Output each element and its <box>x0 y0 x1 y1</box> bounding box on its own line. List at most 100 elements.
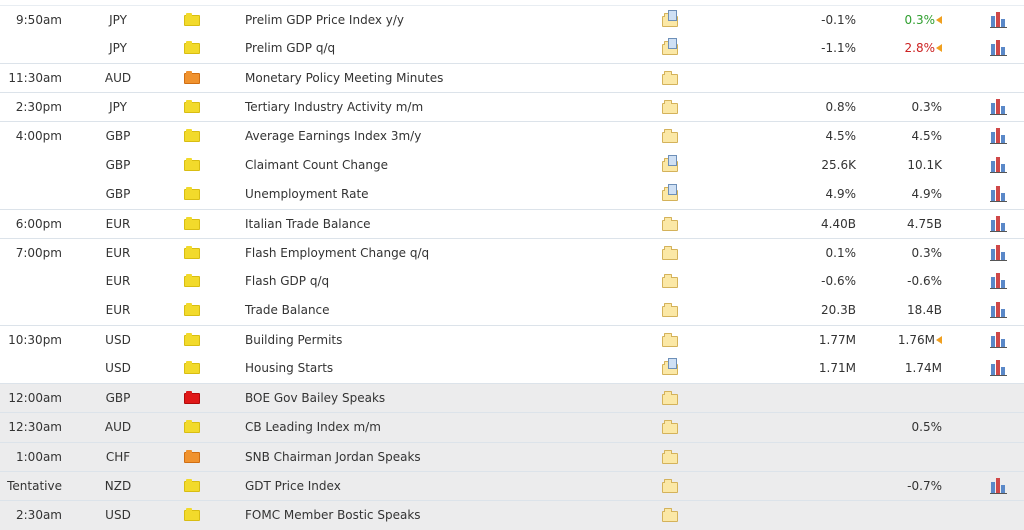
calendar-row[interactable]: USD Housing Starts 1.71M 1.74M <box>0 354 1024 384</box>
event-title[interactable]: Trade Balance <box>245 296 645 325</box>
event-title[interactable]: BOE Gov Bailey Speaks <box>245 384 645 413</box>
forecast-value: 0.3% <box>911 100 943 115</box>
graph-button[interactable] <box>990 122 1010 151</box>
detail-button[interactable] <box>660 472 682 501</box>
detail-button[interactable] <box>660 384 682 413</box>
detail-button[interactable] <box>660 151 682 180</box>
bar-chart-icon <box>990 302 1008 318</box>
impact-icon[interactable] <box>184 413 202 442</box>
impact-icon[interactable] <box>184 93 202 122</box>
impact-icon[interactable] <box>184 122 202 151</box>
detail-button[interactable] <box>660 122 682 151</box>
detail-button[interactable] <box>660 296 682 325</box>
revised-arrow-icon[interactable] <box>936 336 942 345</box>
impact-icon[interactable] <box>184 6 202 35</box>
detail-button[interactable] <box>660 239 682 268</box>
calendar-row[interactable]: EUR Flash GDP q/q -0.6% -0.6% <box>0 267 1024 297</box>
calendar-row[interactable]: 2:30pm JPY Tertiary Industry Activity m/m 0… <box>0 92 1024 122</box>
graph-button[interactable] <box>990 34 1010 63</box>
detail-button[interactable] <box>660 64 682 93</box>
graph-button[interactable] <box>990 472 1010 501</box>
graph-button[interactable] <box>990 239 1010 268</box>
detail-button[interactable] <box>660 413 682 442</box>
event-title[interactable]: Average Earnings Index 3m/y <box>245 122 645 151</box>
forecast-value: 18.4B <box>907 303 942 317</box>
detail-button[interactable] <box>660 267 682 296</box>
impact-icon[interactable] <box>184 267 202 296</box>
detail-button[interactable] <box>660 210 682 239</box>
calendar-row[interactable]: GBP Unemployment Rate 4.9% 4.9% <box>0 180 1024 210</box>
calendar-row[interactable]: 11:30am AUD Monetary Policy Meeting Minute… <box>0 63 1024 93</box>
calendar-row[interactable]: 1:00am CHF SNB Chairman Jordan Speaks <box>0 441 1024 472</box>
event-title[interactable]: Unemployment Rate <box>245 180 645 209</box>
impact-folder-icon <box>184 391 200 405</box>
impact-icon[interactable] <box>184 64 202 93</box>
calendar-row[interactable]: JPY Prelim GDP q/q -1.1% 2.8% <box>0 34 1024 64</box>
impact-icon[interactable] <box>184 326 202 355</box>
detail-button[interactable] <box>660 501 682 530</box>
impact-folder-icon <box>184 129 200 143</box>
detail-button[interactable] <box>660 6 682 35</box>
impact-icon[interactable] <box>184 34 202 63</box>
calendar-row[interactable]: 4:00pm GBP Average Earnings Index 3m/y 4.5%… <box>0 121 1024 151</box>
event-title[interactable]: Flash GDP q/q <box>245 267 645 296</box>
calendar-row[interactable]: 9:50am JPY Prelim GDP Price Index y/y -0.1%… <box>0 5 1024 35</box>
graph-button[interactable] <box>990 151 1010 180</box>
impact-icon[interactable] <box>184 296 202 325</box>
impact-icon[interactable] <box>184 354 202 383</box>
event-title[interactable]: Building Permits <box>245 326 645 355</box>
event-title[interactable]: Tertiary Industry Activity m/m <box>245 93 645 122</box>
impact-icon[interactable] <box>184 384 202 413</box>
graph-button[interactable] <box>990 267 1010 296</box>
event-title[interactable]: Italian Trade Balance <box>245 210 645 239</box>
event-currency: GBP <box>105 186 131 201</box>
calendar-row[interactable]: 2:30am USD FOMC Member Bostic Speaks <box>0 499 1024 530</box>
calendar-row[interactable]: EUR Trade Balance 20.3B 18.4B <box>0 296 1024 326</box>
impact-folder-icon <box>184 361 200 375</box>
event-title[interactable]: GDT Price Index <box>245 472 645 501</box>
revised-arrow-icon[interactable] <box>936 44 942 53</box>
detail-button[interactable] <box>660 93 682 122</box>
event-title[interactable]: Monetary Policy Meeting Minutes <box>245 64 645 93</box>
event-title[interactable]: Prelim GDP Price Index y/y <box>245 6 645 35</box>
calendar-row[interactable]: 6:00pm EUR Italian Trade Balance 4.40B 4.75B <box>0 208 1024 239</box>
impact-icon[interactable] <box>184 239 202 268</box>
calendar-row[interactable]: 10:30pm USD Building Permits 1.77M 1.76M <box>0 325 1024 355</box>
event-title[interactable]: Flash Employment Change q/q <box>245 239 645 268</box>
calendar-row[interactable]: GBP Claimant Count Change 25.6K 10.1K <box>0 151 1024 181</box>
impact-icon[interactable] <box>184 501 202 530</box>
impact-folder-icon <box>184 13 200 26</box>
event-title[interactable]: CB Leading Index m/m <box>245 413 645 442</box>
graph-button[interactable] <box>990 180 1010 209</box>
detail-button[interactable] <box>660 180 682 209</box>
event-title[interactable]: Claimant Count Change <box>245 151 645 180</box>
graph-button[interactable] <box>990 93 1010 122</box>
event-currency: GBP <box>105 157 131 172</box>
calendar-row[interactable]: Tentative NZD GDT Price Index -0.7% <box>0 470 1024 501</box>
detail-button[interactable] <box>660 34 682 63</box>
calendar-row[interactable]: 12:00am GBP BOE Gov Bailey Speaks <box>0 383 1024 414</box>
event-title[interactable]: Prelim GDP q/q <box>245 34 645 63</box>
graph-button[interactable] <box>990 354 1010 383</box>
impact-icon[interactable] <box>184 443 202 472</box>
impact-icon[interactable] <box>184 180 202 209</box>
graph-button[interactable] <box>990 210 1010 239</box>
impact-icon[interactable] <box>184 210 202 239</box>
forecast-value: 0.3% <box>904 13 936 27</box>
event-title[interactable]: Housing Starts <box>245 354 645 383</box>
event-currency: USD <box>105 507 131 522</box>
graph-button[interactable] <box>990 6 1010 35</box>
detail-button[interactable] <box>660 326 682 355</box>
revised-arrow-icon[interactable] <box>936 16 942 24</box>
event-title[interactable]: FOMC Member Bostic Speaks <box>245 501 645 530</box>
impact-icon[interactable] <box>184 472 202 501</box>
graph-button[interactable] <box>990 296 1010 325</box>
detail-button[interactable] <box>660 354 682 383</box>
calendar-row[interactable]: 12:30am AUD CB Leading Index m/m 0.5% <box>0 412 1024 443</box>
graph-button[interactable] <box>990 326 1010 355</box>
calendar-row[interactable]: 7:00pm EUR Flash Employment Change q/q 0.1%… <box>0 237 1024 268</box>
detail-button[interactable] <box>660 443 682 472</box>
forecast-cell <box>860 443 942 472</box>
event-title[interactable]: SNB Chairman Jordan Speaks <box>245 443 645 472</box>
impact-icon[interactable] <box>184 151 202 180</box>
